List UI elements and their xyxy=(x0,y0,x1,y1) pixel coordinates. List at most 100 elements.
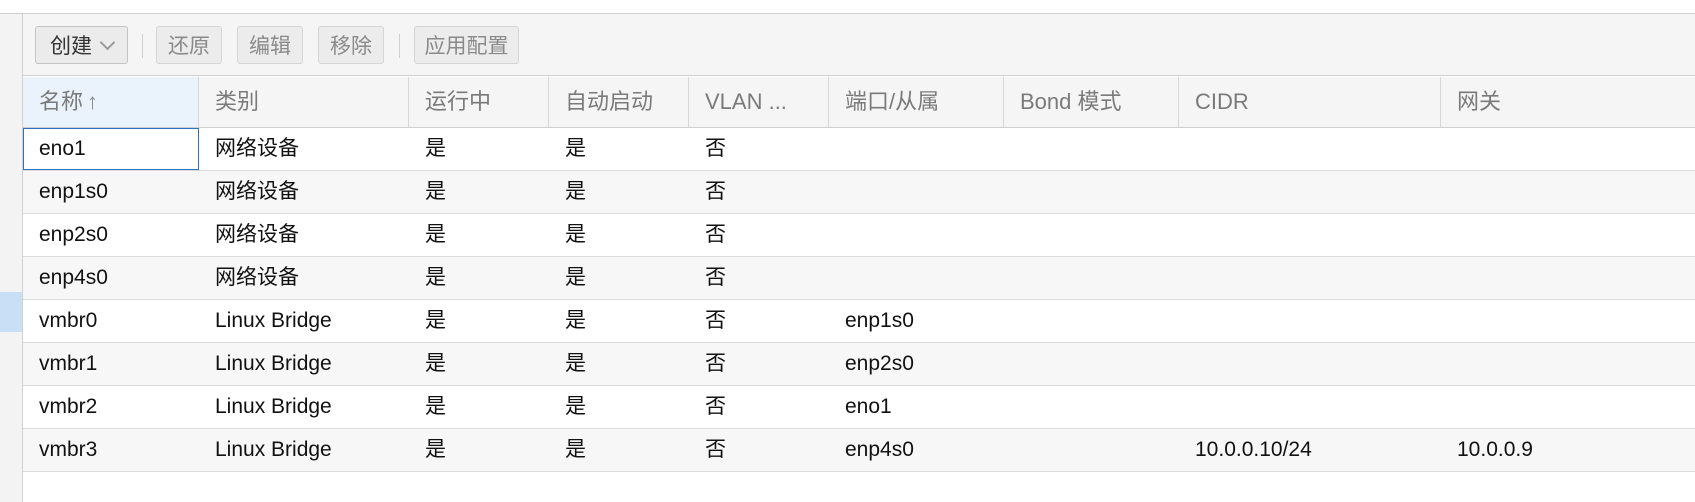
autostart-cell[interactable]: 是 xyxy=(549,257,689,299)
column-header-autostart[interactable]: 自动启动 xyxy=(549,77,689,127)
table-row[interactable]: vmbr1 Linux Bridge 是是否 enp2s0 xyxy=(23,343,1695,386)
type-cell[interactable]: 网络设备 xyxy=(199,214,409,256)
gateway-cell[interactable] xyxy=(1441,214,1695,256)
vlan-cell[interactable]: 否 xyxy=(689,257,829,299)
name-cell[interactable]: vmbr2 xyxy=(23,386,199,428)
type-cell[interactable]: 网络设备 xyxy=(199,128,409,170)
revert-button-label: 还原 xyxy=(168,35,210,58)
gateway-cell[interactable] xyxy=(1441,257,1695,299)
bond-mode-cell[interactable] xyxy=(1004,214,1179,256)
cidr-cell[interactable]: 10.0.0.10/24 xyxy=(1179,429,1441,471)
cidr-cell[interactable] xyxy=(1179,257,1441,299)
vlan-cell[interactable]: 否 xyxy=(689,343,829,385)
autostart-cell[interactable]: 是 xyxy=(549,386,689,428)
name-cell[interactable]: vmbr3 xyxy=(23,429,199,471)
column-header-cidr[interactable]: CIDR xyxy=(1179,77,1441,127)
type-cell[interactable]: Linux Bridge xyxy=(199,429,409,471)
name-cell[interactable]: vmbr0 xyxy=(23,300,199,342)
ports-cell[interactable]: eno1 xyxy=(829,386,1004,428)
type-cell[interactable]: Linux Bridge xyxy=(199,386,409,428)
cidr-cell[interactable] xyxy=(1179,300,1441,342)
cidr-cell[interactable] xyxy=(1179,343,1441,385)
ports-cell[interactable]: enp1s0 xyxy=(829,300,1004,342)
gateway-cell[interactable]: 10.0.0.9 xyxy=(1441,429,1695,471)
active-cell[interactable]: 是 xyxy=(409,257,549,299)
vlan-cell[interactable]: 否 xyxy=(689,171,829,213)
vlan-cell[interactable]: 否 xyxy=(689,386,829,428)
name-cell[interactable]: enp2s0 xyxy=(23,214,199,256)
column-header-active[interactable]: 运行中 xyxy=(409,77,549,127)
bond-mode-cell[interactable] xyxy=(1004,300,1179,342)
ports-cell[interactable]: enp4s0 xyxy=(829,429,1004,471)
ports-cell[interactable] xyxy=(829,171,1004,213)
table-row[interactable]: enp2s0 网络设备是是否 xyxy=(23,214,1695,257)
ports-cell[interactable] xyxy=(829,214,1004,256)
vlan-cell[interactable]: 否 xyxy=(689,214,829,256)
active-cell[interactable]: 是 xyxy=(409,429,549,471)
vlan-cell[interactable]: 否 xyxy=(689,128,829,170)
gateway-cell[interactable] xyxy=(1441,343,1695,385)
table-row[interactable]: enp4s0 网络设备是是否 xyxy=(23,257,1695,300)
gateway-cell[interactable] xyxy=(1441,386,1695,428)
gateway-cell[interactable] xyxy=(1441,171,1695,213)
autostart-cell[interactable]: 是 xyxy=(549,343,689,385)
type-cell[interactable]: 网络设备 xyxy=(199,171,409,213)
autostart-cell[interactable]: 是 xyxy=(549,429,689,471)
bond-mode-cell[interactable] xyxy=(1004,128,1179,170)
active-cell[interactable]: 是 xyxy=(409,214,549,256)
gateway-cell[interactable] xyxy=(1441,128,1695,170)
table-row[interactable]: vmbr0 Linux Bridge 是是否 enp1s0 xyxy=(23,300,1695,343)
name-cell[interactable]: enp4s0 xyxy=(23,257,199,299)
ports-cell[interactable] xyxy=(829,128,1004,170)
column-header-name[interactable]: 名称 ↑ xyxy=(23,77,199,127)
type-cell[interactable]: Linux Bridge xyxy=(199,300,409,342)
active-cell[interactable]: 是 xyxy=(409,386,549,428)
create-button[interactable]: 创建 xyxy=(35,26,128,64)
cidr-cell[interactable] xyxy=(1179,386,1441,428)
gateway-cell[interactable] xyxy=(1441,300,1695,342)
name-cell[interactable]: eno1 xyxy=(23,128,199,170)
active-cell[interactable]: 是 xyxy=(409,171,549,213)
selected-nav-marker[interactable] xyxy=(0,292,22,332)
ports-cell[interactable] xyxy=(829,257,1004,299)
bond-mode-cell[interactable] xyxy=(1004,429,1179,471)
column-header-bond-mode[interactable]: Bond 模式 xyxy=(1004,77,1179,127)
table-row[interactable]: vmbr2 Linux Bridge 是是否 eno1 xyxy=(23,386,1695,429)
type-cell[interactable]: Linux Bridge xyxy=(199,343,409,385)
edit-button[interactable]: 编辑 xyxy=(237,26,303,64)
toolbar-separator xyxy=(399,34,400,58)
revert-button[interactable]: 还原 xyxy=(156,26,222,64)
ports-cell[interactable]: enp2s0 xyxy=(829,343,1004,385)
column-header-type[interactable]: 类别 xyxy=(199,77,409,127)
autostart-cell[interactable]: 是 xyxy=(549,128,689,170)
table-row[interactable]: vmbr3 Linux Bridge 是是否 enp4s0 10.0.0.10/24 10… xyxy=(23,429,1695,472)
column-header-gateway[interactable]: 网关 xyxy=(1441,77,1695,127)
autostart-cell[interactable]: 是 xyxy=(549,214,689,256)
network-interfaces-grid: 名称 ↑ 类别 运行中 自动启动 VLAN ... 端口/从属 Bond 模式 C… xyxy=(23,77,1695,472)
active-cell[interactable]: 是 xyxy=(409,300,549,342)
cidr-cell[interactable] xyxy=(1179,171,1441,213)
name-cell[interactable]: enp1s0 xyxy=(23,171,199,213)
vlan-cell[interactable]: 否 xyxy=(689,429,829,471)
bond-mode-cell[interactable] xyxy=(1004,257,1179,299)
vlan-cell[interactable]: 否 xyxy=(689,300,829,342)
column-header-ports[interactable]: 端口/从属 xyxy=(829,77,1004,127)
remove-button[interactable]: 移除 xyxy=(318,26,384,64)
autostart-cell[interactable]: 是 xyxy=(549,300,689,342)
table-row[interactable]: enp1s0 网络设备是是否 xyxy=(23,171,1695,214)
autostart-cell[interactable]: 是 xyxy=(549,171,689,213)
bond-mode-cell[interactable] xyxy=(1004,171,1179,213)
apply-config-button[interactable]: 应用配置 xyxy=(414,26,519,64)
table-row[interactable]: eno1 网络设备是是否 xyxy=(23,128,1695,171)
column-header-label: 网关 xyxy=(1457,89,1502,114)
bond-mode-cell[interactable] xyxy=(1004,343,1179,385)
type-cell[interactable]: 网络设备 xyxy=(199,257,409,299)
active-cell[interactable]: 是 xyxy=(409,128,549,170)
cidr-cell[interactable] xyxy=(1179,214,1441,256)
active-cell[interactable]: 是 xyxy=(409,343,549,385)
bond-mode-cell[interactable] xyxy=(1004,386,1179,428)
column-header-vlan[interactable]: VLAN ... xyxy=(689,77,829,127)
cidr-cell[interactable] xyxy=(1179,128,1441,170)
name-cell[interactable]: vmbr1 xyxy=(23,343,199,385)
create-button-label: 创建 xyxy=(50,35,92,58)
